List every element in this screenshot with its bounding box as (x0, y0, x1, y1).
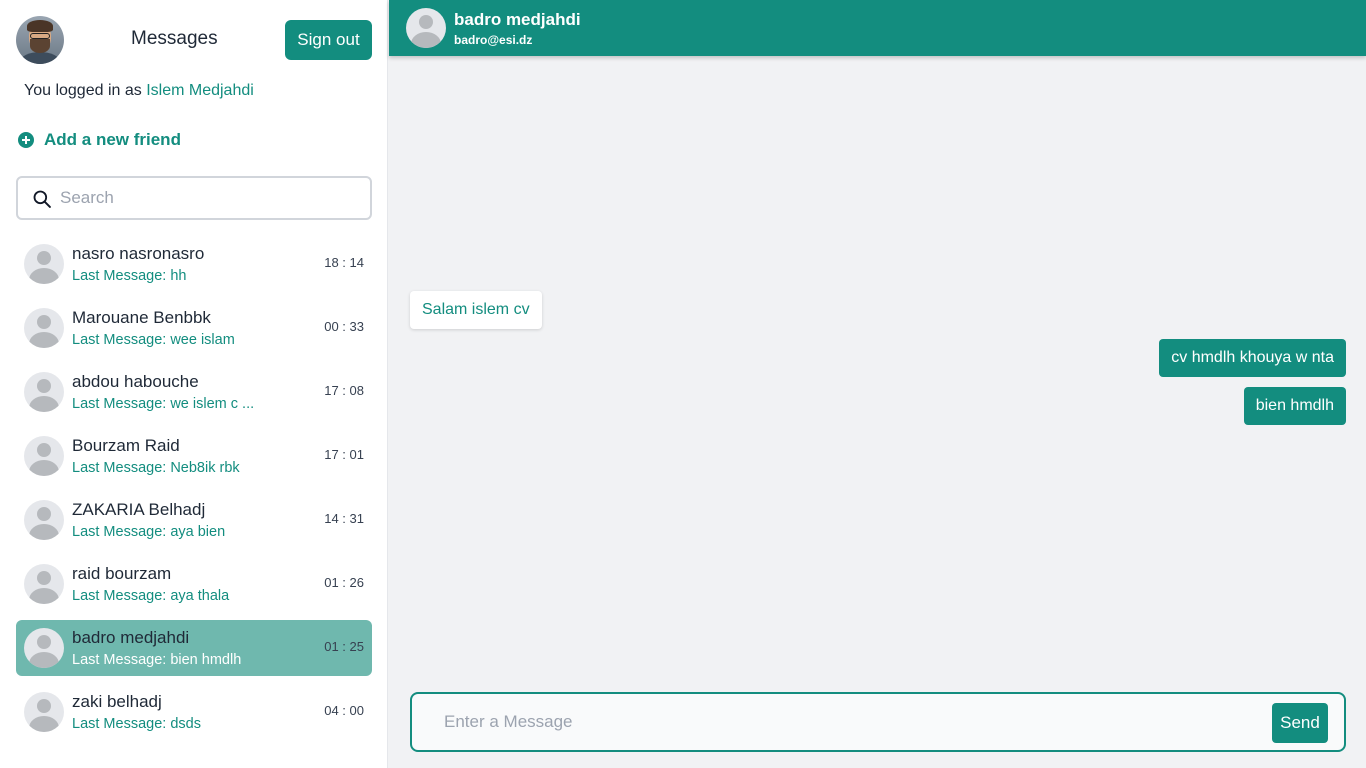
contact-name: nasro nasronasro (72, 244, 205, 263)
logged-in-user: Islem Medjahdi (146, 82, 254, 99)
contact-time: 00 : 33 (324, 319, 364, 334)
contact-time: 14 : 31 (324, 511, 364, 526)
page-title: Messages (131, 28, 218, 49)
contact-name: Bourzam Raid (72, 436, 180, 455)
avatar (24, 436, 64, 476)
avatar (24, 372, 64, 412)
contact-last-message: Last Message: hh (72, 268, 187, 284)
chat-header: badro medjahdi badro@esi.dz (389, 0, 1366, 56)
avatar (24, 628, 64, 668)
contact-name: raid bourzam (72, 564, 172, 583)
message-input[interactable] (444, 708, 1244, 736)
contact-last-message: Last Message: we islem c ... (72, 396, 255, 412)
search-input[interactable] (60, 184, 360, 212)
contact-item[interactable]: zaki belhadj Last Message: dsds 04 : 00 (16, 684, 372, 740)
contact-name: zaki belhadj (72, 692, 162, 711)
sign-out-button[interactable]: Sign out (285, 20, 372, 60)
chat-panel: badro medjahdi badro@esi.dz Salam islem … (389, 0, 1366, 768)
contact-last-message: Last Message: wee islam (72, 332, 235, 348)
avatar[interactable] (16, 16, 64, 64)
contact-last-message: Last Message: Neb8ik rbk (72, 460, 240, 476)
contact-item[interactable]: raid bourzam Last Message: aya thala 01 … (16, 556, 372, 612)
avatar (24, 564, 64, 604)
avatar[interactable] (406, 8, 446, 48)
search-icon (33, 190, 51, 208)
add-friend-button[interactable]: Add a new friend (18, 130, 181, 150)
sidebar-header: Messages Sign out (16, 16, 372, 64)
message-composer: Send (410, 692, 1346, 752)
contact-name: ZAKARIA Belhadj (72, 500, 206, 519)
chat-contact-email: badro@esi.dz (454, 33, 533, 47)
avatar (24, 244, 64, 284)
chat-contact-name: badro medjahdi (454, 10, 581, 29)
contact-time: 01 : 26 (324, 575, 364, 590)
contact-last-message: Last Message: dsds (72, 716, 201, 732)
contact-item[interactable]: abdou habouche Last Message: we islem c … (16, 364, 372, 420)
avatar (24, 500, 64, 540)
contact-item[interactable]: Marouane Benbbk Last Message: wee islam … (16, 300, 372, 356)
contact-item[interactable]: nasro nasronasro Last Message: hh 18 : 1… (16, 236, 372, 292)
message-incoming: Salam islem cv (410, 291, 542, 329)
contact-time: 01 : 25 (324, 639, 364, 654)
contact-last-message: Last Message: bien hmdlh (72, 652, 242, 668)
message-outgoing: cv hmdlh khouya w nta (1159, 339, 1346, 377)
contact-item[interactable]: ZAKARIA Belhadj Last Message: aya bien 1… (16, 492, 372, 548)
contact-item-active[interactable]: badro medjahdi Last Message: bien hmdlh … (16, 620, 372, 676)
contact-name: badro medjahdi (72, 628, 190, 647)
search-box (16, 176, 372, 220)
sidebar: Messages Sign out You logged in as Islem… (0, 0, 388, 768)
contact-time: 17 : 01 (324, 447, 364, 462)
send-button[interactable]: Send (1272, 703, 1328, 743)
contact-name: Marouane Benbbk (72, 308, 211, 327)
contact-list: nasro nasronasro Last Message: hh 18 : 1… (16, 236, 372, 748)
contact-name: abdou habouche (72, 372, 199, 391)
avatar (24, 692, 64, 732)
contact-time: 17 : 08 (324, 383, 364, 398)
contact-item[interactable]: Bourzam Raid Last Message: Neb8ik rbk 17… (16, 428, 372, 484)
message-outgoing: bien hmdlh (1243, 387, 1346, 425)
add-friend-label: Add a new friend (44, 130, 181, 149)
avatar (24, 308, 64, 348)
contact-time: 04 : 00 (324, 703, 364, 718)
plus-circle-icon (18, 132, 34, 148)
contact-last-message: Last Message: aya bien (72, 524, 226, 540)
contact-time: 18 : 14 (324, 255, 364, 270)
logged-in-status: You logged in as Islem Medjahdi (24, 82, 254, 100)
logged-in-prefix: You logged in as (24, 82, 142, 99)
contact-last-message: Last Message: aya thala (72, 588, 230, 604)
